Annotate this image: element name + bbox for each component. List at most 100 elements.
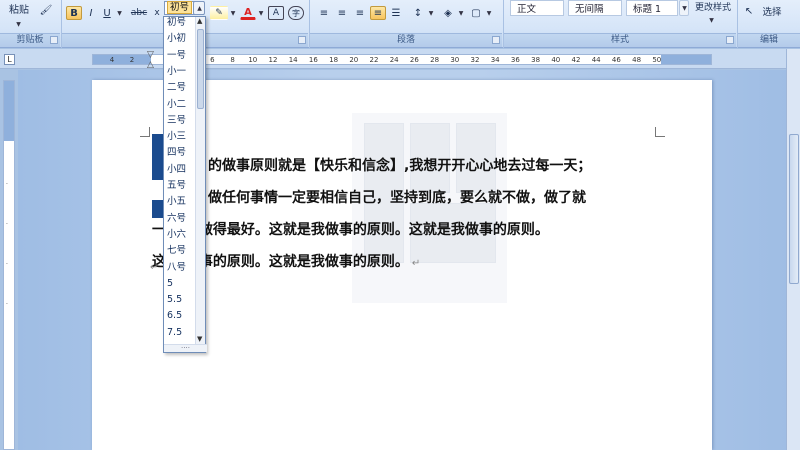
first-line-indent-marker[interactable]: ▽	[147, 50, 154, 60]
justify-icon[interactable]: ≡	[370, 6, 386, 20]
font-size-option[interactable]: 小一	[167, 64, 186, 80]
text-line: 一 把它做得最好。这就是我做事的原则。这就是我做事的原则。	[152, 222, 549, 238]
ruler-margin-left	[93, 55, 151, 64]
border-dropdown-icon[interactable]: ▼	[484, 6, 493, 20]
strikethrough-button[interactable]: abc	[128, 6, 150, 20]
ruler-tick-label: 22	[369, 56, 379, 64]
font-size-option[interactable]: 小初	[167, 31, 186, 47]
font-size-option[interactable]: 小六	[167, 227, 186, 243]
ruler-tick-label: 40	[551, 56, 561, 64]
ruler-tick-label: 4	[109, 56, 115, 64]
line-spacing-dropdown-icon[interactable]: ▼	[426, 6, 435, 20]
line-spacing-icon[interactable]: ↕	[410, 6, 426, 20]
vertical-scrollbar[interactable]	[786, 49, 800, 450]
document-body[interactable]: 的做事原则就是【快乐和信念】,我想开开心心地去过每一天； 做任何事情一定要相信自…	[152, 150, 672, 278]
align-left-icon[interactable]: ≡	[316, 6, 332, 20]
tab-selector[interactable]: L	[4, 54, 15, 65]
underline-dropdown-icon[interactable]: ▼	[114, 6, 124, 20]
font-size-option[interactable]: 小三	[167, 129, 186, 145]
vruler-tick: ·	[6, 261, 8, 268]
scroll-down-icon[interactable]: ▼	[197, 335, 202, 343]
font-size-option[interactable]: 小四	[167, 162, 186, 178]
font-size-option[interactable]: 6.5	[167, 308, 182, 324]
font-size-option[interactable]: 5	[167, 276, 173, 292]
highlight-dropdown-icon[interactable]: ▼	[228, 6, 237, 20]
page-corner-mark	[140, 127, 150, 137]
font-size-option[interactable]: 三号	[167, 113, 186, 129]
ruler-tick-label: 46	[611, 56, 621, 64]
change-styles-dropdown-icon[interactable]: ▼	[706, 13, 716, 27]
font-size-option[interactable]: 四号	[167, 145, 186, 161]
align-right-icon[interactable]: ≡	[352, 6, 368, 20]
select-button[interactable]: 选择	[756, 4, 788, 18]
font-size-option[interactable]: 七号	[167, 243, 186, 259]
styles-more-icon[interactable]: ▼	[679, 0, 689, 16]
vruler-tick: ·	[6, 301, 8, 308]
font-size-scrollbar[interactable]: ▲ ▼	[195, 17, 205, 352]
style-heading-1[interactable]: 标题 1	[626, 0, 678, 16]
enclose-char-button[interactable]: 字	[288, 6, 304, 20]
ruler-tick-label: 38	[531, 56, 541, 64]
ruler-tick-label: 28	[430, 56, 440, 64]
ruler-tick-label: 2	[129, 56, 135, 64]
font-color-button[interactable]: A	[240, 6, 256, 20]
font-size-option[interactable]: 小五	[167, 194, 186, 210]
font-color-dropdown-icon[interactable]: ▼	[256, 6, 265, 20]
resize-grip-icon[interactable]: ····	[164, 344, 207, 352]
page-corner-mark	[655, 127, 665, 137]
ruler-tick-label: 48	[632, 56, 642, 64]
styles-launcher-icon[interactable]	[726, 36, 734, 44]
paste-button[interactable]: 粘贴	[2, 0, 36, 16]
paragraph-launcher-icon[interactable]	[492, 36, 500, 44]
font-launcher-icon[interactable]	[298, 36, 306, 44]
change-styles-button[interactable]: 更改样式	[692, 0, 734, 13]
bold-button[interactable]: B	[66, 6, 82, 20]
font-size-option[interactable]: 一号	[167, 48, 186, 64]
ruler-tick-label: 32	[470, 56, 480, 64]
text-line: 这 我做事的原则。这就是我做事的原则。 ↵	[152, 254, 421, 270]
shading-icon[interactable]: ◈	[440, 6, 456, 20]
format-painter-icon[interactable]: 🖌	[38, 3, 54, 17]
ruler-tick-label: 8	[230, 56, 235, 64]
select-icon[interactable]: ↖	[742, 4, 756, 18]
paragraph-group-label: 段落	[310, 33, 502, 47]
font-size-list[interactable]: 初号 小初 一号 小一 二号 小二 三号 小三 四号 小四 五号 小五 六号 小六 七号 八号 5 5.5 6.5 7…	[163, 15, 207, 354]
scrollbar-thumb[interactable]	[789, 134, 799, 284]
font-size-dropdown-icon[interactable]: ▲	[193, 1, 205, 15]
font-size-option[interactable]: 二号	[167, 80, 186, 96]
style-normal[interactable]: 正文	[510, 0, 564, 16]
subscript-button[interactable]: x	[151, 6, 163, 20]
ruler-tick-label: 42	[571, 56, 581, 64]
paste-dropdown-icon[interactable]: ▼	[10, 17, 26, 31]
ruler-tick-label: 30	[450, 56, 460, 64]
clipboard-launcher-icon[interactable]	[50, 36, 58, 44]
font-size-option[interactable]: 初号	[167, 15, 186, 31]
hanging-indent-marker[interactable]: △	[147, 60, 154, 70]
font-size-scroll-thumb[interactable]	[197, 29, 204, 109]
ruler-tick-label: 34	[490, 56, 500, 64]
scroll-up-icon[interactable]: ▲	[197, 17, 202, 25]
font-size-option[interactable]: 5.5	[167, 292, 182, 308]
font-size-option[interactable]: 7.5	[167, 325, 182, 341]
highlight-color-button[interactable]: ✎	[210, 6, 228, 20]
font-size-option[interactable]: 八号	[167, 260, 186, 276]
ruler-tick-label: 18	[329, 56, 339, 64]
border-icon[interactable]: ▢	[468, 6, 484, 20]
vruler-margin-top	[4, 81, 14, 141]
underline-button[interactable]: U	[100, 6, 114, 20]
style-no-spacing[interactable]: 无间隔	[568, 0, 622, 16]
text-line: 的做事原则就是【快乐和信念】,我想开开心心地去过每一天；	[208, 158, 592, 174]
vertical-ruler[interactable]: · · · ·	[3, 80, 15, 450]
empty-paragraph-mark: ↵	[150, 262, 159, 273]
align-center-icon[interactable]: ≡	[334, 6, 350, 20]
shading-dropdown-icon[interactable]: ▼	[456, 6, 465, 20]
char-border-button[interactable]: A	[268, 6, 284, 20]
italic-button[interactable]: I	[84, 6, 98, 20]
ruler-tick-label: 26	[409, 56, 419, 64]
font-size-option[interactable]: 五号	[167, 178, 186, 194]
font-size-option[interactable]: 小二	[167, 97, 186, 113]
ruler-tick-label: 24	[389, 56, 399, 64]
font-size-option[interactable]: 六号	[167, 211, 186, 227]
paragraph-mark: ↵	[411, 258, 421, 269]
distributed-icon[interactable]: ☰	[388, 6, 404, 20]
